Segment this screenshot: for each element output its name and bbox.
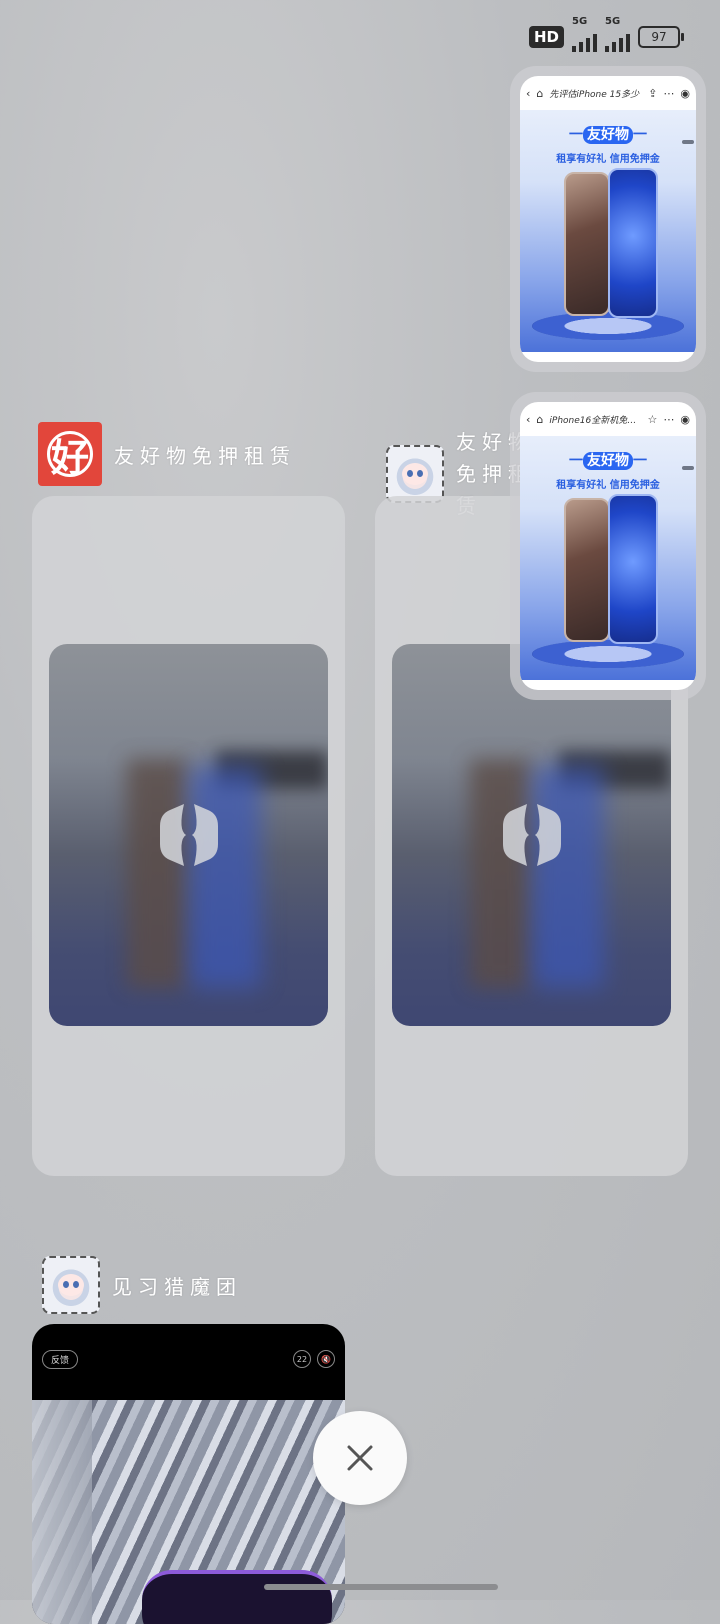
pedestal-image	[532, 312, 684, 340]
countdown-badge: 22	[293, 1350, 311, 1368]
recent-app-header-1[interactable]: 好 友好物免押租赁	[38, 422, 296, 486]
pedestal-image	[532, 640, 684, 668]
app-loading-icon	[159, 804, 218, 866]
app-snapshot-blurred	[49, 644, 328, 1026]
signal-strength-sim2-icon: 5G	[605, 16, 630, 52]
app-loading-icon	[502, 804, 561, 866]
service-pill[interactable]	[682, 140, 694, 144]
more-icon[interactable]: ⋯	[663, 87, 674, 100]
phone-image	[608, 494, 658, 644]
phone-image	[608, 168, 658, 318]
recent-app-card-3[interactable]: 反馈 22 🔇	[32, 1324, 345, 1624]
clear-all-button[interactable]	[313, 1411, 407, 1505]
feedback-tag[interactable]: 反馈	[42, 1350, 79, 1369]
floating-window-toolbar: ‹ ⌂ 先评估iPhone 15多少 ⇪ ⋯ ◉	[520, 76, 696, 110]
star-icon[interactable]: ☆	[648, 413, 658, 426]
battery-level: 97	[651, 30, 667, 44]
app-snapshot-blurred	[392, 644, 671, 1026]
service-pill[interactable]	[682, 466, 694, 470]
video-preview-image	[32, 1400, 345, 1624]
mute-icon[interactable]: 🔇	[317, 1350, 335, 1368]
record-icon[interactable]: ◉	[680, 413, 690, 426]
hao-icon: 好	[38, 422, 102, 486]
anime-avatar-icon	[42, 1256, 100, 1314]
battery-icon: 97	[638, 26, 684, 48]
floating-window-1[interactable]: ‹ ⌂ 先评估iPhone 15多少 ⇪ ⋯ ◉ 一友好物一 租享有好礼 信用免…	[510, 66, 706, 372]
page-preview: 一友好物一 租享有好礼 信用免押金	[520, 110, 696, 352]
home-indicator[interactable]	[264, 1584, 498, 1590]
close-icon	[347, 1445, 373, 1471]
app-title: 见习猎魔团	[112, 1274, 242, 1299]
recent-app-header-3[interactable]: 见习猎魔团	[42, 1256, 242, 1314]
more-icon[interactable]: ⋯	[663, 413, 674, 426]
page-preview: 一友好物一 租享有好礼 信用免押金	[520, 436, 696, 680]
signal-strength-sim1-icon: 5G	[572, 16, 597, 52]
brand-logo: 一友好物一	[569, 126, 647, 144]
phone-image	[564, 172, 610, 316]
floating-window-toolbar: ‹ ⌂ iPhone16全新机免… ☆ ⋯ ◉	[520, 402, 696, 436]
url-text: iPhone16全新机免…	[549, 415, 637, 426]
anime-avatar-icon	[386, 445, 444, 503]
floating-window-2[interactable]: ‹ ⌂ iPhone16全新机免… ☆ ⋯ ◉ 一友好物一 租享有好礼 信用免押…	[510, 392, 706, 700]
url-text: 先评估iPhone 15多少	[549, 89, 640, 100]
slogan: 租享有好礼 信用免押金	[556, 154, 660, 165]
slogan: 租享有好礼 信用免押金	[556, 480, 660, 491]
back-icon[interactable]: ‹	[526, 413, 530, 426]
record-icon[interactable]: ◉	[680, 87, 690, 100]
app-title: 友好物免押租赁	[114, 443, 296, 468]
home-icon[interactable]: ⌂	[536, 413, 543, 426]
share-icon[interactable]: ⇪	[648, 87, 657, 100]
hd-voice-indicator: HD	[528, 26, 564, 48]
home-icon[interactable]: ⌂	[536, 87, 543, 100]
brand-logo: 一友好物一	[569, 452, 647, 470]
recent-app-card-1[interactable]	[32, 496, 345, 1176]
phone-image	[564, 498, 610, 642]
back-icon[interactable]: ‹	[526, 87, 530, 100]
status-bar: HD 5G 5G 97	[528, 16, 684, 52]
